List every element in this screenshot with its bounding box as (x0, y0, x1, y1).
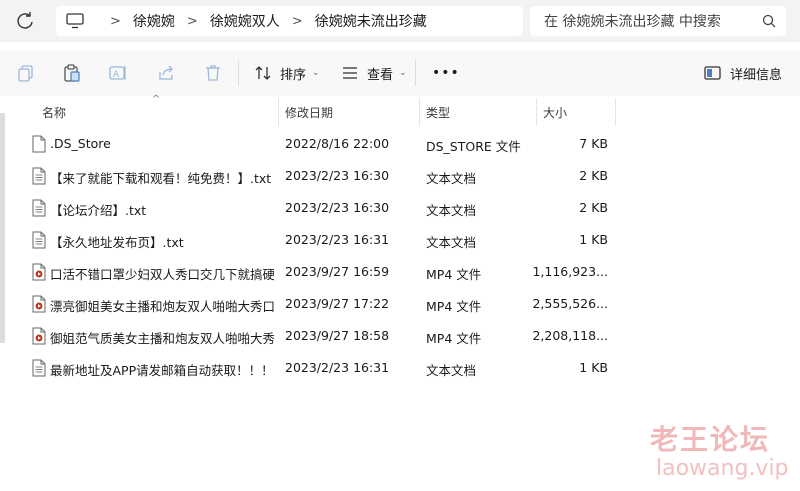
search-input[interactable]: 在 徐婉婉未流出珍藏 中搜索 (530, 6, 786, 36)
text-file-icon (32, 167, 46, 185)
chevron-right-icon: > (110, 13, 121, 29)
more-options-button[interactable]: ••• (432, 62, 460, 84)
column-header-type[interactable]: 类型 (426, 98, 450, 126)
file-row[interactable]: .DS_Store 2022/8/16 22:00 DS_STORE 文件 7 KB (0, 128, 800, 160)
file-type: MP4 文件 (426, 331, 482, 346)
file-date: 2023/9/27 18:58 (285, 328, 390, 343)
file-name: 御姐范气质美女主播和炮友双人啪啪大秀... (50, 331, 274, 346)
more-icon: ••• (432, 65, 460, 81)
copy-icon[interactable] (16, 63, 36, 83)
file-size: 1 KB (579, 360, 608, 375)
file-row[interactable]: 漂亮御姐美女主播和炮友双人啪啪大秀口... 2023/9/27 17:22 MP4 … (0, 288, 800, 320)
file-size: 7 KB (579, 136, 608, 151)
sort-button[interactable]: 排序 ⌄ (254, 62, 320, 84)
sort-icon (255, 66, 271, 80)
file-name: 口活不错口罩少妇双人秀口交几下就搞硬... (50, 267, 274, 282)
file-row[interactable]: 口活不错口罩少妇双人秀口交几下就搞硬... 2023/9/27 16:59 MP4 … (0, 256, 800, 288)
monitor-icon[interactable] (66, 13, 84, 29)
file-row[interactable]: 最新地址及APP请发邮箱自动获取！！！... 2023/2/23 16:31 文本文… (0, 352, 800, 384)
file-date: 2022/8/16 22:00 (285, 136, 390, 151)
view-button[interactable]: 查看 ⌄ (341, 62, 407, 84)
file-size: 1 KB (579, 232, 608, 247)
file-type: 文本文档 (426, 203, 477, 218)
file-name: .DS_Store (50, 136, 111, 151)
text-file-icon (32, 199, 46, 217)
video-file-icon (32, 295, 46, 313)
details-pane-icon (704, 66, 721, 80)
details-label: 详细信息 (730, 67, 783, 83)
file-type: 文本文档 (426, 235, 477, 250)
search-placeholder: 在 徐婉婉未流出珍藏 中搜索 (544, 14, 721, 30)
video-file-icon (32, 327, 46, 345)
svg-text:A: A (113, 70, 120, 80)
file-row[interactable]: 【论坛介绍】.txt 2023/2/23 16:30 文本文档 2 KB (0, 192, 800, 224)
breadcrumb[interactable]: > 徐婉婉 > 徐婉婉双人 > 徐婉婉未流出珍藏 (56, 6, 523, 36)
column-divider[interactable] (278, 98, 279, 126)
file-name: 漂亮御姐美女主播和炮友双人啪啪大秀口... (50, 299, 274, 314)
file-date: 2023/2/23 16:30 (285, 200, 390, 215)
chevron-right-icon: > (291, 13, 303, 29)
column-header-date[interactable]: 修改日期 (285, 98, 333, 126)
paste-icon[interactable] (62, 63, 82, 83)
text-file-icon (32, 359, 46, 377)
view-icon (343, 67, 357, 79)
details-pane-button[interactable]: 详细信息 (704, 62, 782, 84)
file-type: DS_STORE 文件 (426, 139, 521, 154)
column-divider[interactable] (419, 98, 420, 126)
file-name: 【来了就能下载和观看！纯免费！】.txt (50, 171, 272, 186)
sort-label: 排序 (280, 67, 307, 83)
column-divider[interactable] (536, 98, 537, 126)
column-header-size[interactable]: 大小 (543, 98, 567, 126)
delete-icon[interactable] (203, 63, 223, 83)
file-date: 2023/2/23 16:31 (285, 232, 390, 247)
divider (415, 60, 416, 86)
file-date: 2023/2/23 16:30 (285, 168, 390, 183)
chevron-down-icon: ⌄ (312, 68, 320, 78)
command-bar: A 排序 ⌄ 查看 ⌄ ••• 详细信息 (0, 50, 800, 96)
file-type: 文本文档 (426, 171, 477, 186)
chevron-right-icon: > (186, 13, 198, 29)
file-date: 2023/2/23 16:31 (285, 360, 390, 375)
file-date: 2023/9/27 16:59 (285, 264, 390, 279)
chevron-down-icon: ⌄ (399, 68, 407, 78)
refresh-icon[interactable] (14, 10, 36, 32)
file-date: 2023/9/27 17:22 (285, 296, 390, 311)
divider (238, 60, 239, 86)
address-bar-row: > 徐婉婉 > 徐婉婉双人 > 徐婉婉未流出珍藏 在 徐婉婉未流出珍藏 中搜索 (0, 0, 800, 42)
column-header-name[interactable]: 名称 (42, 98, 66, 126)
file-type: MP4 文件 (426, 299, 482, 314)
watermark-url: laowang.vip (656, 456, 789, 481)
file-type: 文本文档 (426, 363, 477, 378)
file-name: 最新地址及APP请发邮箱自动获取！！！... (50, 363, 274, 378)
view-label: 查看 (367, 67, 394, 83)
breadcrumb-item[interactable]: 徐婉婉未流出珍藏 (315, 11, 427, 31)
breadcrumb-item[interactable]: 徐婉婉双人 (210, 11, 280, 31)
file-size: 1,116,923... (532, 264, 608, 279)
share-icon[interactable] (157, 63, 177, 83)
watermark-title: 老王论坛 (650, 423, 771, 456)
file-size: 2,208,118... (532, 328, 608, 343)
file-size: 2 KB (579, 168, 608, 183)
breadcrumb-item[interactable]: 徐婉婉 (133, 11, 175, 31)
video-file-icon (32, 263, 46, 281)
sort-ascending-icon: ^ (152, 94, 161, 105)
file-name: 【论坛介绍】.txt (50, 203, 147, 218)
search-icon (762, 14, 776, 28)
rename-icon[interactable]: A (108, 63, 128, 83)
file-name: 【永久地址发布页】.txt (50, 235, 184, 250)
file-row[interactable]: 【永久地址发布页】.txt 2023/2/23 16:31 文本文档 1 KB (0, 224, 800, 256)
file-row[interactable]: 【来了就能下载和观看！纯免费！】.txt 2023/2/23 16:30 文本文档 2… (0, 160, 800, 192)
file-list: .DS_Store 2022/8/16 22:00 DS_STORE 文件 7 KB 【… (0, 128, 800, 384)
file-size: 2 KB (579, 200, 608, 215)
text-file-icon (32, 231, 46, 249)
file-icon (32, 135, 46, 153)
column-divider[interactable] (615, 98, 616, 126)
file-size: 2,555,526... (532, 296, 608, 311)
file-row[interactable]: 御姐范气质美女主播和炮友双人啪啪大秀... 2023/9/27 18:58 MP4 … (0, 320, 800, 352)
file-type: MP4 文件 (426, 267, 482, 282)
